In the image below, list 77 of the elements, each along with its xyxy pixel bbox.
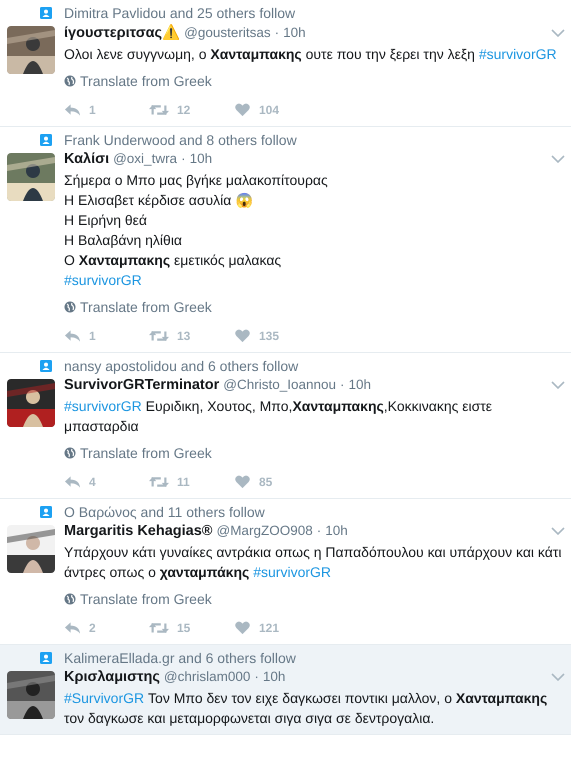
like-count: 135 (259, 329, 280, 343)
retweet-count: 15 (177, 621, 190, 635)
timestamp[interactable]: 10h (348, 377, 372, 392)
user-handle[interactable]: @oxi_twra (113, 151, 178, 166)
user-handle[interactable]: @MargZOO908 (216, 523, 313, 538)
timestamp[interactable]: 10h (190, 151, 212, 166)
user-handle[interactable]: @Christo_Ioannou (223, 377, 336, 392)
reply-icon[interactable] (64, 621, 81, 635)
translate-link[interactable]: Translate from Greek (80, 591, 212, 607)
hashtag-link[interactable]: #survivorGR (478, 46, 557, 62)
social-context: nansy apostolidou and 6 others follow (64, 358, 298, 374)
reply-count: 1 (89, 103, 96, 117)
reply-icon[interactable] (64, 103, 81, 117)
caret-icon[interactable] (551, 381, 565, 389)
caret-icon[interactable] (551, 673, 565, 681)
user-handle[interactable]: @chrislam000 (164, 669, 250, 684)
globe-icon (64, 593, 76, 605)
retweet-count: 13 (177, 329, 190, 343)
person-icon (40, 506, 52, 518)
like-count: 121 (259, 621, 280, 635)
translate-link[interactable]: Translate from Greek (80, 445, 212, 461)
user-name[interactable]: Κρισλαμιστης (64, 669, 160, 685)
hashtag-link[interactable]: #survivorGR (64, 272, 142, 288)
retweet-icon[interactable] (149, 329, 169, 343)
tweet-text: Ολοι λενε συγγνωμη, ο Χανταμπακης ουτε που την ξερει την λεξη #survivorGR (64, 45, 558, 64)
person-icon (40, 7, 52, 19)
tweet-text: #survivorGR Ευριδικη, Χουτος, Μπο,Χανταμπακης,Κοκκινακης ειστε μπασταρδια (64, 397, 494, 436)
timestamp[interactable]: 10h (325, 523, 348, 538)
like-count: 104 (259, 103, 280, 117)
translate-link[interactable]: Translate from Greek (80, 299, 212, 315)
globe-icon (64, 447, 76, 459)
caret-icon[interactable] (551, 155, 565, 163)
separator-dot: · (274, 25, 280, 40)
heart-icon[interactable] (234, 475, 251, 489)
person-icon (40, 360, 52, 372)
caret-icon[interactable] (551, 527, 565, 535)
translate-link[interactable]: Translate from Greek (80, 73, 212, 89)
hashtag-link[interactable]: #survivorGR (253, 564, 332, 580)
social-context: KalimeraEllada.gr and 6 others follow (64, 650, 296, 666)
reply-count: 1 (89, 329, 96, 343)
reply-icon[interactable] (64, 329, 81, 343)
person-icon (40, 652, 52, 664)
user-name[interactable]: SurvivorGRTerminator (64, 377, 220, 393)
hashtag-link[interactable]: #survivorGR (64, 398, 142, 414)
separator-dot: · (340, 377, 345, 392)
social-context: Dimitra Pavlidou and 25 others follow (64, 5, 296, 21)
separator-dot: · (316, 523, 322, 538)
user-handle[interactable]: @gousteritsas (184, 25, 271, 40)
person-icon (40, 134, 52, 146)
retweet-count: 12 (177, 103, 190, 117)
retweet-count: 11 (177, 475, 190, 489)
tweet-text: Υπάρχουν κάτι γυναίκες αντράκια οπως η Παπαδόπουλου και υπάρχουν και κάτι άντρες οπως ο χανταμπάκης #survivorGR (64, 543, 562, 582)
timestamp[interactable]: 10h (283, 25, 306, 40)
tweet-text: Σήμερα ο Μπο μας βγήκε μαλακοπίτουρας Η Ελισαβετ κέρδισε ασυλία 😱 Η Ειρήνη θεά Η Βαλαβάνη ηλίθια Ο Χανταμπακης εμετικός μαλακας #survivorGR (64, 171, 329, 290)
user-name[interactable]: Καλίσι (64, 151, 110, 167)
reply-icon[interactable] (64, 475, 81, 489)
globe-icon (64, 301, 76, 313)
reply-count: 4 (89, 475, 96, 489)
heart-icon[interactable] (234, 103, 251, 117)
retweet-icon[interactable] (149, 475, 169, 489)
social-context: Frank Underwood and 8 others follow (64, 132, 297, 148)
separator-dot: · (181, 151, 186, 166)
social-context: Ο Βαρώνος and 11 others follow (64, 504, 265, 520)
separator-dot: · (254, 669, 259, 684)
like-count: 85 (259, 475, 272, 489)
retweet-icon[interactable] (149, 621, 169, 635)
heart-icon[interactable] (234, 329, 251, 343)
user-name[interactable]: Margaritis Kehagias® (64, 523, 212, 539)
globe-icon (64, 75, 76, 87)
hashtag-link[interactable]: #SurvivorGR (64, 690, 144, 706)
caret-icon[interactable] (551, 28, 565, 36)
timestamp[interactable]: 10h (262, 669, 286, 684)
retweet-icon[interactable] (149, 103, 169, 117)
tweet-text: #SurvivorGR Τον Μπο δεν τον ειχε δαγκωσει ποντικι μαλλον, ο Χανταμπακης τον δαγκωσε και μεταμορφωνεται σιγα σιγα σε δεντρογαλια. (64, 689, 548, 728)
user-name[interactable]: ίγουστεριτσας⚠ (64, 24, 180, 41)
heart-icon[interactable] (234, 621, 251, 635)
reply-count: 2 (89, 621, 96, 635)
